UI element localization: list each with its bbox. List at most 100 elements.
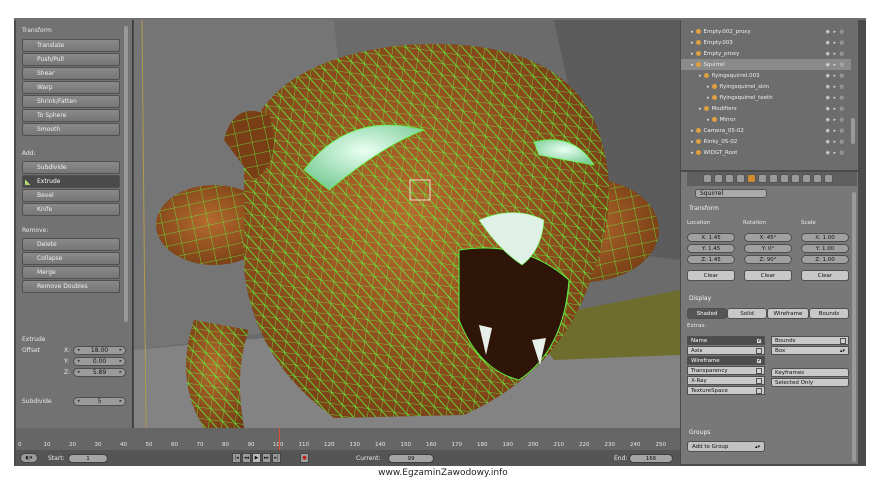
display-bounds-button[interactable]: Bounds	[809, 308, 849, 319]
tool-delete-button[interactable]: Delete	[22, 238, 120, 251]
texture-tab-icon[interactable]	[791, 174, 800, 183]
outliner-item[interactable]: ▸ Empty_proxy ◉ ▸ ◎	[681, 48, 851, 59]
display-solid-button[interactable]: Solid	[727, 308, 767, 319]
start-frame-field[interactable]: 1	[68, 454, 108, 463]
outliner-item[interactable]: ▸ Squirrel ◉ ▸ ◎	[681, 59, 851, 70]
keyframes-option[interactable]: Keyframes	[771, 368, 849, 377]
particles-tab-icon[interactable]	[802, 174, 811, 183]
tool-shelf-scrollbar[interactable]	[124, 26, 128, 322]
end-frame-field[interactable]: 166	[629, 454, 673, 463]
outliner-item[interactable]: ▸ Rinky_05-02 ◉ ▸ ◎	[681, 136, 851, 147]
world-tab-icon[interactable]	[725, 174, 734, 183]
extras-checkbox[interactable]	[756, 357, 762, 364]
expand-arrow-icon[interactable]: ▸	[691, 62, 694, 68]
outliner-item[interactable]: ▸ Mirror ◉ ▸ ◎	[681, 114, 851, 125]
scale-y-field[interactable]: Y: 1.00	[801, 244, 849, 253]
subdivide-field[interactable]: ◂ 5 ▸	[73, 397, 126, 406]
tool-collapse-button[interactable]: Collapse	[22, 252, 120, 265]
extras-option[interactable]: Name	[687, 336, 765, 345]
play-button[interactable]: ▶	[252, 453, 261, 463]
expand-arrow-icon[interactable]: ▸	[691, 40, 694, 46]
outliner-item[interactable]: ▸ flyingsquirrel.003 ◉ ▸ ◎	[681, 70, 851, 81]
outliner-item[interactable]: ▸ flyingsquirrel_teeth ◉ ▸ ◎	[681, 92, 851, 103]
outliner-item[interactable]: ▸ Empty.002_proxy ◉ ▸ ◎	[681, 26, 851, 37]
expand-arrow-icon[interactable]: ▸	[707, 84, 710, 90]
display-panel-title[interactable]: Display	[689, 295, 711, 302]
tool-warp-button[interactable]: Warp	[22, 81, 120, 94]
tool-knife-button[interactable]: Knife	[22, 203, 120, 216]
object-tab-icon[interactable]	[747, 174, 756, 183]
material-tab-icon[interactable]	[780, 174, 789, 183]
groups-panel-title[interactable]: Groups	[689, 429, 710, 436]
tool-push-pull-button[interactable]: Push/Pull	[22, 53, 120, 66]
current-frame-field[interactable]: 99	[388, 454, 434, 463]
selected-only-option[interactable]: Selected Only	[771, 378, 849, 387]
visibility-toggle-icons[interactable]: ◉ ▸ ◎	[826, 29, 845, 35]
bounds-option[interactable]: Bounds	[771, 336, 849, 345]
bounds-type-select[interactable]: Box ▴▾	[771, 346, 849, 355]
expand-arrow-icon[interactable]: ▸	[707, 95, 710, 101]
extras-option[interactable]: Wireframe	[687, 356, 765, 365]
display-shaded-button[interactable]: Shaded	[687, 308, 727, 319]
current-frame-line[interactable]	[279, 428, 280, 450]
expand-arrow-icon[interactable]: ▸	[691, 51, 694, 57]
visibility-toggle-icons[interactable]: ◉ ▸ ◎	[826, 117, 845, 123]
expand-arrow-icon[interactable]: ▸	[699, 73, 702, 79]
extras-option[interactable]: X-Ray	[687, 376, 765, 385]
visibility-toggle-icons[interactable]: ◉ ▸ ◎	[826, 150, 845, 156]
location-z-field[interactable]: Z: 1.45	[687, 255, 735, 264]
jump-next-key-button[interactable]: ▸▸	[262, 453, 271, 463]
extras-checkbox[interactable]	[756, 337, 762, 344]
jump-start-button[interactable]: |◂	[232, 453, 241, 463]
transform-panel-title[interactable]: Transform	[689, 205, 719, 212]
extras-checkbox[interactable]	[756, 368, 762, 374]
clear-rotation-button[interactable]: Clear	[744, 270, 792, 281]
rotation-z-field[interactable]: Z: 90°	[744, 255, 792, 264]
visibility-toggle-icons[interactable]: ◉ ▸ ◎	[826, 128, 845, 134]
visibility-toggle-icons[interactable]: ◉ ▸ ◎	[826, 95, 845, 101]
visibility-toggle-icons[interactable]: ◉ ▸ ◎	[826, 73, 845, 79]
offset-x-field[interactable]: ◂ 18.00 ▸	[73, 346, 126, 355]
extras-checkbox[interactable]	[756, 378, 762, 384]
extras-option[interactable]: Axis	[687, 346, 765, 355]
tool-translate-button[interactable]: Translate	[22, 39, 120, 52]
location-y-field[interactable]: Y: 1.45	[687, 244, 735, 253]
extra-tab-icon[interactable]	[824, 174, 833, 183]
outliner-item[interactable]: ▸ WIDGT_Root ◉ ▸ ◎	[681, 147, 851, 158]
visibility-toggle-icons[interactable]: ◉ ▸ ◎	[826, 40, 845, 46]
expand-arrow-icon[interactable]: ▸	[691, 128, 694, 134]
tool-to-sphere-button[interactable]: To Sphere	[22, 109, 120, 122]
tool-merge-button[interactable]: Merge	[22, 266, 120, 279]
clear-location-button[interactable]: Clear	[687, 270, 735, 281]
bounds-checkbox[interactable]	[840, 338, 846, 344]
extras-checkbox[interactable]	[756, 348, 762, 354]
object-name-field[interactable]: Squirrel	[695, 189, 767, 198]
expand-arrow-icon[interactable]: ▸	[691, 139, 694, 145]
add-to-group-select[interactable]: Add to Group ▴▾	[687, 441, 765, 452]
tool-subdivide-button[interactable]: Subdivide	[22, 161, 120, 174]
editor-type-icon[interactable]: ◐▾	[20, 453, 38, 463]
expand-arrow-icon[interactable]: ▸	[699, 106, 702, 112]
visibility-toggle-icons[interactable]: ◉ ▸ ◎	[826, 51, 845, 57]
expand-arrow-icon[interactable]: ▸	[691, 150, 694, 156]
outliner-scrollbar[interactable]	[851, 118, 855, 144]
expand-arrow-icon[interactable]: ▸	[707, 117, 710, 123]
tool-shrink-fatten-button[interactable]: Shrink/Fatten	[22, 95, 120, 108]
3d-viewport[interactable]	[134, 20, 680, 428]
visibility-toggle-icons[interactable]: ◉ ▸ ◎	[826, 62, 845, 68]
physics-tab-icon[interactable]	[813, 174, 822, 183]
constraints-tab-icon[interactable]	[758, 174, 767, 183]
record-button[interactable]: ●	[300, 453, 309, 463]
tool-shear-button[interactable]: Shear	[22, 67, 120, 80]
tool-extrude-button[interactable]: ◣ Extrude	[22, 175, 120, 188]
outliner-item[interactable]: ▸ Empty.003 ◉ ▸ ◎	[681, 37, 851, 48]
object-data-tab-icon[interactable]	[736, 174, 745, 183]
timeline-ruler[interactable]: 0102030405060708090100110120130140150160…	[16, 428, 680, 450]
scene-tab-icon[interactable]	[714, 174, 723, 183]
extras-option[interactable]: TextureSpace	[687, 386, 765, 395]
tool-bevel-button[interactable]: Bevel	[22, 189, 120, 202]
outliner-item[interactable]: ▸ Camera_05-02 ◉ ▸ ◎	[681, 125, 851, 136]
rotation-y-field[interactable]: Y: 0°	[744, 244, 792, 253]
outliner-item[interactable]: ▸ Modifiers ◉ ▸ ◎	[681, 103, 851, 114]
tool-smooth-button[interactable]: Smooth	[22, 123, 120, 136]
